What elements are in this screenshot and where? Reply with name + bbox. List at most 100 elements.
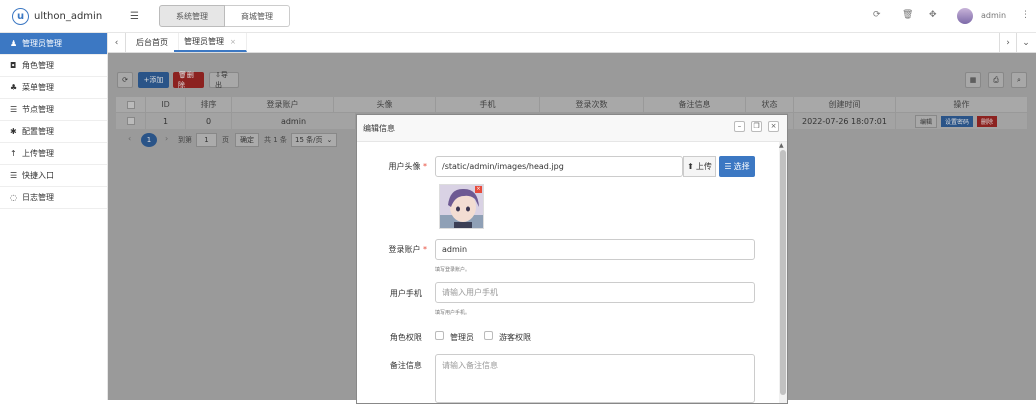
fullscreen-icon[interactable]: ✥ [929, 10, 937, 20]
col-header-created[interactable]: 创建时间 [794, 97, 896, 112]
top-module-tabs: 系统管理 商城管理 [159, 5, 290, 27]
sidebar-item-upload[interactable]: ↑ 上传管理 [0, 143, 107, 165]
pager-prev-icon[interactable]: ‹ [128, 134, 131, 143]
user-name[interactable]: admin [981, 11, 1006, 20]
select-all-checkbox[interactable] [116, 97, 146, 112]
tab-admin-manage[interactable]: 管理员管理 × [174, 33, 247, 52]
col-header-phone[interactable]: 手机 [436, 97, 540, 112]
logo-icon: u [12, 8, 29, 25]
col-header-login-count[interactable]: 登录次数 [540, 97, 644, 112]
sidebar-item-log[interactable]: ◌ 日志管理 [0, 187, 107, 209]
delete-button[interactable]: 🗑删除 [173, 71, 204, 89]
top-header: u ulthon_admin ☰ 系统管理 商城管理 ⟳ 🗑 ✥ admin ⋮ [0, 0, 1036, 33]
col-header-sort[interactable]: 排序 [186, 97, 232, 112]
sidebar-item-menu[interactable]: ♣ 菜单管理 [0, 77, 107, 99]
col-header-username[interactable]: 登录账户 [232, 97, 334, 112]
cell-id: 1 [146, 112, 186, 129]
log-icon: ◌ [10, 193, 17, 202]
scroll-up-icon[interactable]: ▲ [779, 142, 784, 149]
maximize-icon[interactable]: ❐ [751, 121, 762, 132]
avatar-preview-image: × [439, 184, 484, 229]
upload-icon: ⬆ [687, 162, 694, 171]
page-tab-bar: ‹ 后台首页 管理员管理 × › ⌄ [108, 33, 1036, 53]
close-icon[interactable]: × [768, 121, 779, 132]
pager-confirm-button[interactable]: 确定 [235, 133, 259, 147]
print-icon[interactable]: ⎙ [988, 72, 1004, 88]
scrollbar-thumb[interactable] [780, 150, 786, 395]
top-tab-shop[interactable]: 商城管理 [225, 5, 290, 27]
sidebar-item-node[interactable]: ☰ 节点管理 [0, 99, 107, 121]
pager-next-icon[interactable]: › [165, 134, 168, 143]
add-button[interactable]: +添加 [138, 72, 169, 88]
set-password-button[interactable]: 设置密码 [941, 115, 974, 127]
edit-button[interactable]: 编辑 [915, 114, 938, 128]
required-mark: * [423, 245, 427, 254]
choose-label: 选择 [733, 162, 750, 171]
sidebar-item-label: 角色管理 [22, 61, 54, 70]
refresh-button[interactable]: ⟳ [117, 72, 133, 88]
sidebar-item-label: 管理员管理 [22, 39, 62, 48]
user-avatar[interactable] [957, 8, 973, 24]
cell-username: admin [232, 112, 356, 129]
app-logo[interactable]: u ulthon_admin [0, 0, 108, 33]
role-guest-checkbox[interactable] [484, 331, 493, 340]
pager-goto-label: 到第 [178, 136, 192, 144]
upload-button[interactable]: ⬆ 上传 [683, 156, 716, 177]
row-delete-button[interactable]: 删除 [977, 115, 998, 127]
role-guest-label[interactable]: 游客权限 [499, 332, 531, 343]
export-button[interactable]: ⇩导出 [209, 71, 239, 89]
tree-icon: ♣ [10, 83, 18, 92]
tab-scroll-right-icon[interactable]: › [999, 33, 1017, 52]
pager-page-unit: 页 [222, 136, 229, 144]
avatar-field-label: 用户头像 * [357, 161, 427, 172]
sidebar-item-label: 节点管理 [22, 105, 54, 114]
role-admin-checkbox[interactable] [435, 331, 444, 340]
close-icon[interactable]: × [230, 38, 236, 46]
col-header-id[interactable]: ID [146, 97, 186, 112]
top-tab-system[interactable]: 系统管理 [159, 5, 225, 27]
label-text: 备注信息 [389, 361, 422, 370]
col-header-status[interactable]: 状态 [746, 97, 794, 112]
list-icon: ☰ [10, 171, 18, 180]
label-text: 用户手机 [389, 289, 422, 298]
more-icon[interactable]: ⋮ [1021, 10, 1030, 20]
tab-home[interactable]: 后台首页 [126, 33, 179, 52]
sidebar-item-role[interactable]: ◘ 角色管理 [0, 55, 107, 77]
minimize-icon[interactable]: – [734, 121, 745, 132]
role-admin-label[interactable]: 管理员 [450, 332, 474, 343]
avatar-path-input[interactable]: /static/admin/images/head.jpg [435, 156, 683, 177]
modal-title: 编辑信息 [363, 123, 395, 133]
username-input[interactable]: admin [435, 239, 755, 260]
app-title: ulthon_admin [34, 11, 103, 22]
tab-scroll-left-icon[interactable]: ‹ [108, 33, 126, 52]
remove-image-icon[interactable]: × [475, 186, 482, 193]
phone-input[interactable]: 请输入用户手机 [435, 282, 755, 303]
columns-icon[interactable]: ▦ [965, 72, 981, 88]
pager-goto-input[interactable]: 1 [196, 133, 217, 147]
choose-button[interactable]: ☰ 选择 [719, 156, 755, 177]
sidebar: ♟ 管理员管理 ◘ 角色管理 ♣ 菜单管理 ☰ 节点管理 ✱ 配置管理 ↑ 上传管理 ☰ 快捷… [0, 33, 108, 400]
pager-total: 共 1 条 [264, 136, 287, 144]
clear-cache-icon[interactable]: 🗑 [902, 10, 913, 20]
sidebar-item-admin[interactable]: ♟ 管理员管理 [0, 33, 107, 55]
remark-textarea[interactable]: 请输入备注信息 [435, 354, 755, 403]
col-header-actions: 操作 [896, 97, 1028, 112]
refresh-icon[interactable]: ⟳ [873, 10, 881, 20]
username-field-label: 登录账户 * [357, 244, 427, 255]
modal-scrollbar[interactable]: ▲ [779, 142, 787, 403]
roles-field-label: 角色权限 [357, 332, 427, 343]
pager-current-page[interactable]: 1 [141, 133, 157, 147]
modal-header: 编辑信息 [357, 115, 787, 142]
chevron-down-icon[interactable]: ⌄ [1017, 33, 1035, 52]
row-checkbox[interactable] [116, 112, 146, 129]
label-text: 用户头像 [388, 162, 421, 171]
col-header-remark[interactable]: 备注信息 [644, 97, 746, 112]
pager-per-page-select[interactable]: 15 条/页 ⌄ [291, 133, 337, 147]
sidebar-item-shortcut[interactable]: ☰ 快捷入口 [0, 165, 107, 187]
upload-icon: ↑ [10, 149, 17, 158]
sidebar-item-config[interactable]: ✱ 配置管理 [0, 121, 107, 143]
upload-label: 上传 [695, 162, 712, 171]
edit-modal: 编辑信息 – ❐ × ▲ 用户头像 * /static/admin/images… [356, 114, 788, 404]
menu-toggle-icon[interactable]: ☰ [130, 11, 139, 22]
search-icon[interactable]: ⌕ [1011, 72, 1027, 88]
